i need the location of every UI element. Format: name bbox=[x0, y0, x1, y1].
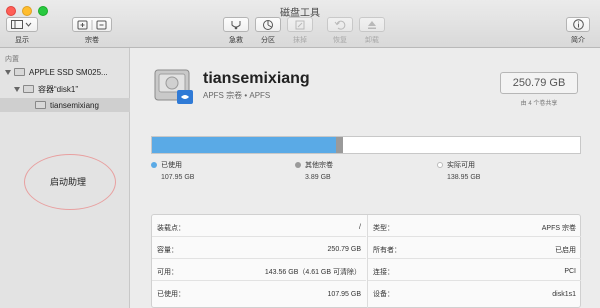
sidebar-item-label: 容器“disk1” bbox=[38, 84, 79, 94]
first-aid-label: 急救 bbox=[229, 37, 243, 44]
container-icon bbox=[23, 85, 34, 93]
legend-other: 其他宗卷 bbox=[295, 160, 333, 170]
toolbar: 磁盘工具 显示 宗卷 急救 分区 抹掉 恢复 卸载 简介 bbox=[0, 0, 600, 48]
detail-row: 可用： 143.56 GB（4.61 GB 可清除） bbox=[152, 263, 366, 281]
erase-label: 抹掉 bbox=[293, 37, 307, 44]
sidebar: 内置 APPLE SSD SM025... 容器“disk1” tiansemi… bbox=[0, 48, 130, 308]
restore-button[interactable] bbox=[327, 17, 353, 32]
erase-button[interactable] bbox=[287, 17, 313, 32]
legend-used-value: 107.95 GB bbox=[161, 174, 195, 181]
used-dot-icon bbox=[151, 162, 157, 168]
sidebar-item-disk[interactable]: APPLE SSD SM025... bbox=[0, 65, 130, 79]
first-aid-button[interactable] bbox=[223, 17, 249, 32]
stethoscope-icon bbox=[231, 20, 241, 29]
hard-drive-icon bbox=[154, 69, 193, 104]
sidebar-view-icon bbox=[11, 20, 32, 29]
details-table: 装载点： / 容量： 250.79 GB 可用： 143.56 GB（4.61 … bbox=[151, 214, 581, 308]
partition-button[interactable] bbox=[255, 17, 281, 32]
volume-size: 250.79 GB bbox=[500, 72, 578, 94]
other-dot-icon bbox=[295, 162, 301, 168]
usage-other-segment bbox=[336, 137, 343, 153]
volume-button-group[interactable] bbox=[72, 17, 112, 32]
sidebar-section-internal: 内置 bbox=[5, 56, 19, 63]
unmount-button[interactable] bbox=[359, 17, 385, 32]
detail-row: 装载点： / bbox=[152, 219, 366, 237]
detail-row: 连接： PCI bbox=[368, 263, 581, 281]
usage-bar bbox=[151, 136, 581, 154]
volume-label: 宗卷 bbox=[85, 37, 99, 44]
partition-pie-icon bbox=[263, 19, 273, 30]
detail-row: 所有者： 已启用 bbox=[368, 241, 581, 259]
legend-free: 实际可用 bbox=[437, 160, 475, 170]
detail-key: 设备： bbox=[373, 291, 394, 298]
info-icon bbox=[572, 19, 584, 30]
info-button[interactable] bbox=[566, 17, 590, 32]
disk-icon bbox=[14, 68, 25, 76]
detail-value: 143.56 GB（4.61 GB 可清除） bbox=[264, 268, 361, 276]
legend-label: 实际可用 bbox=[447, 162, 475, 169]
unmount-label: 卸载 bbox=[365, 37, 379, 44]
view-label: 显示 bbox=[15, 37, 29, 44]
volume-share-text: 由 4 个卷共享 bbox=[520, 101, 558, 107]
detail-value: / bbox=[359, 224, 361, 231]
usage-used-segment bbox=[152, 137, 337, 153]
volume-icon bbox=[35, 101, 46, 109]
annotation-text: 启动助理 bbox=[50, 177, 87, 187]
disclosure-triangle-icon[interactable] bbox=[5, 69, 11, 75]
detail-key: 容量： bbox=[157, 246, 178, 254]
legend-free-value: 138.95 GB bbox=[447, 174, 481, 181]
detail-key: 装载点： bbox=[157, 224, 185, 232]
restore-icon bbox=[334, 20, 346, 30]
sidebar-item-container[interactable]: 容器“disk1” bbox=[0, 82, 130, 96]
detail-row: 容量： 250.79 GB bbox=[152, 241, 366, 259]
detail-key: 连接： bbox=[373, 268, 394, 276]
main-panel: tiansemixiang APFS 宗卷 • APFS 250.79 GB 由… bbox=[131, 48, 600, 308]
detail-row: 已使用： 107.95 GB bbox=[152, 285, 366, 303]
legend-other-value: 3.89 GB bbox=[305, 174, 331, 181]
sidebar-item-label: APPLE SSD SM025... bbox=[29, 67, 108, 77]
detail-value: 250.79 GB bbox=[327, 246, 361, 253]
restore-label: 恢复 bbox=[333, 37, 347, 44]
detail-key: 已使用： bbox=[157, 291, 185, 298]
detail-value: disk1s1 bbox=[552, 290, 576, 298]
sidebar-item-volume[interactable]: tiansemixiang bbox=[0, 98, 130, 112]
free-dot-icon bbox=[437, 162, 443, 168]
detail-key: 类型： bbox=[373, 224, 394, 232]
legend-label: 其他宗卷 bbox=[305, 162, 333, 169]
detail-value: 107.95 GB bbox=[327, 290, 361, 298]
add-remove-volume-icon bbox=[77, 19, 107, 30]
legend-used: 已使用 bbox=[151, 160, 182, 170]
info-label: 简介 bbox=[571, 37, 585, 44]
erase-icon bbox=[295, 20, 305, 29]
disclosure-triangle-icon[interactable] bbox=[14, 86, 20, 92]
detail-value: APFS 宗卷 bbox=[541, 224, 576, 232]
detail-row: 设备： disk1s1 bbox=[368, 285, 581, 303]
partition-label: 分区 bbox=[261, 37, 275, 44]
detail-key: 可用： bbox=[157, 268, 178, 276]
view-button[interactable] bbox=[6, 17, 38, 32]
volume-subtitle: APFS 宗卷 • APFS bbox=[203, 91, 271, 100]
eject-icon bbox=[368, 20, 376, 29]
detail-value: PCI bbox=[564, 268, 576, 275]
detail-value: 已启用 bbox=[555, 246, 576, 254]
legend-label: 已使用 bbox=[161, 162, 182, 169]
volume-name: tiansemixiang bbox=[203, 70, 310, 87]
detail-row: 类型： APFS 宗卷 bbox=[368, 219, 581, 237]
sidebar-item-label: tiansemixiang bbox=[50, 100, 99, 110]
detail-key: 所有者： bbox=[373, 246, 401, 254]
